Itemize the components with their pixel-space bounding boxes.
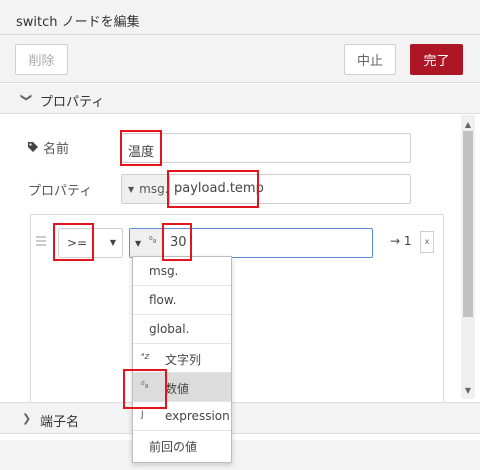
property-input[interactable]: ▼ msg. payload.temp [121,174,411,204]
number-09-icon: ⁰₉ [141,381,149,391]
property-type-selector[interactable]: ▼ msg. [122,175,170,203]
output-port-label: → 1 [390,234,412,248]
caret-down-icon: ▼ [109,238,116,247]
menu-item-global[interactable]: global. [133,315,231,344]
scrollbar-thumb[interactable] [463,131,473,317]
name-input[interactable]: 温度 [121,133,411,163]
dialog-title: switch ノードを編集 [16,15,140,30]
menu-item-expression[interactable]: J expression [133,402,231,431]
menu-item-number[interactable]: ⁰₉ 数値 [133,373,231,402]
rule-value: 30 [170,235,187,250]
menu-item-msg[interactable]: msg. [133,257,231,286]
caret-down-icon: ▼ [135,239,142,248]
menu-item-previous-value[interactable]: 前回の値 [133,431,231,460]
delete-button[interactable]: 削除 [15,44,68,75]
number-09-icon: ⁰₉ [149,236,157,246]
scroll-up-arrow-icon[interactable]: ▲ [461,120,475,129]
value-type-selector[interactable]: ▼ ⁰₉ [130,229,164,257]
remove-rule-button[interactable]: x [420,231,434,253]
drag-handle-icon[interactable] [36,236,46,248]
scroll-down-arrow-icon[interactable]: ▼ [461,386,475,395]
chevron-right-icon: ❯ [22,412,32,425]
property-type-label: msg. [139,182,169,196]
operator-value: >= [67,236,88,250]
property-label: プロパティ [28,184,93,199]
operator-select[interactable]: >= ▼ [58,228,123,258]
type-dropdown-menu: msg. flow. global. ᵃz 文字列 ⁰₉ 数値 J expres… [132,256,232,463]
properties-section-header[interactable]: ❯ プロパティ [0,84,480,114]
menu-item-flow[interactable]: flow. [133,286,231,315]
cancel-button[interactable]: 中止 [344,44,396,75]
string-az-icon: ᵃz [141,352,150,362]
name-label: 名前 [43,142,70,157]
chevron-down-icon: ❯ [20,92,34,103]
dialog-toolbar: 削除 中止 完了 [0,35,480,83]
done-button[interactable]: 完了 [410,44,463,75]
dialog-header: switch ノードを編集 [0,0,480,35]
menu-item-expression-label: expression [165,409,230,423]
ports-section-label: 端子名 [40,415,80,430]
properties-section-label: プロパティ [40,95,105,110]
ports-section-header[interactable]: ❯ 端子名 [0,402,480,434]
menu-item-string-label: 文字列 [165,353,202,367]
menu-item-number-label: 数値 [165,382,190,396]
caret-down-icon: ▼ [128,184,135,194]
menu-item-string[interactable]: ᵃz 文字列 [133,344,231,373]
jsonata-icon: J [141,410,144,420]
property-value: payload.temp [174,181,264,196]
tag-icon [28,142,38,152]
dialog-footer [0,440,480,470]
rule-value-input[interactable]: ▼ ⁰₉ 30 [129,228,373,258]
